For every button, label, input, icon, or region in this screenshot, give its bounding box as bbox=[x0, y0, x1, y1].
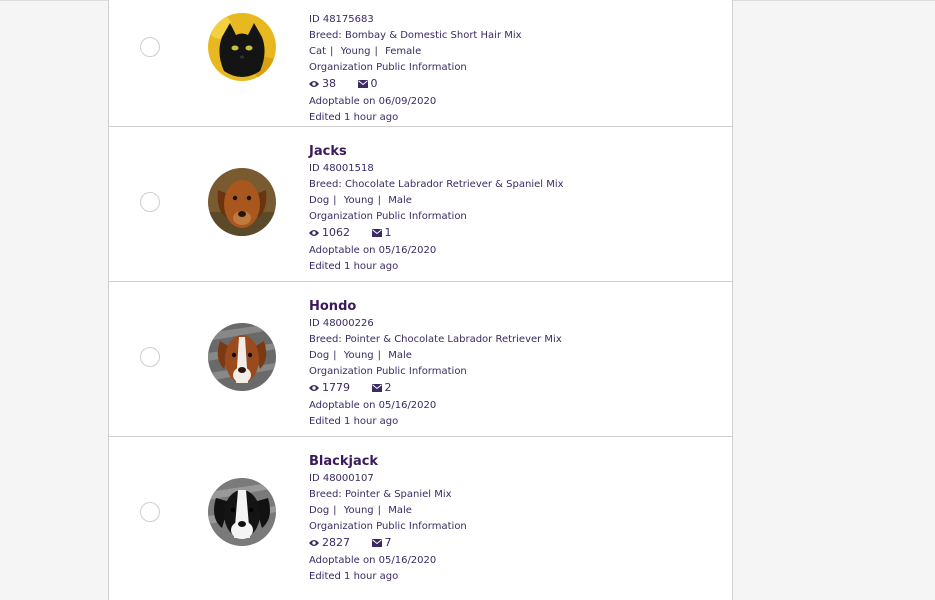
views-stat: 1062 bbox=[309, 226, 350, 239]
pet-attributes: Cat | Young | Female bbox=[309, 45, 421, 58]
pet-id: ID 48000226 bbox=[309, 318, 374, 329]
pet-photo[interactable] bbox=[208, 13, 276, 81]
pet-id: ID 48000107 bbox=[309, 473, 374, 484]
select-radio[interactable] bbox=[140, 192, 160, 212]
pet-attributes: Dog | Young | Male bbox=[309, 194, 412, 207]
pet-row[interactable]: Hondo ID 48000226 Breed: Pointer & Choco… bbox=[109, 282, 732, 437]
adoptable-date: Adoptable on 05/16/2020 bbox=[309, 245, 437, 256]
views-count: 1779 bbox=[322, 381, 350, 394]
pet-age: Young bbox=[343, 505, 374, 516]
messages-count: 1 bbox=[384, 226, 392, 239]
pet-species: Cat bbox=[309, 46, 327, 57]
org-public-info: Organization Public Information bbox=[309, 366, 467, 377]
pet-age: Young bbox=[343, 195, 374, 206]
attribute-separator: | bbox=[377, 505, 382, 516]
pet-name[interactable]: Blackjack bbox=[309, 454, 378, 469]
views-count: 2827 bbox=[322, 536, 350, 549]
pet-breed: Breed: Bombay & Domestic Short Hair Mix bbox=[309, 30, 522, 41]
org-public-info: Organization Public Information bbox=[309, 521, 467, 532]
pet-age: Young bbox=[340, 46, 371, 57]
pet-id: ID 48001518 bbox=[309, 163, 374, 174]
pet-id: ID 48175683 bbox=[309, 14, 374, 25]
views-stat: 2827 bbox=[309, 536, 350, 549]
edited-time: Edited 1 hour ago bbox=[309, 112, 399, 123]
messages-stat: 1 bbox=[371, 226, 392, 239]
edited-time: Edited 1 hour ago bbox=[309, 416, 399, 427]
eye-icon bbox=[309, 229, 319, 236]
messages-count: 2 bbox=[384, 381, 392, 394]
views-stat: 38 bbox=[309, 77, 336, 90]
pet-sex: Male bbox=[388, 195, 412, 206]
edited-time: Edited 1 hour ago bbox=[309, 261, 399, 272]
attribute-separator: | bbox=[333, 350, 337, 361]
select-radio[interactable] bbox=[140, 347, 160, 367]
pet-sex: Female bbox=[385, 46, 422, 57]
views-count: 1062 bbox=[322, 226, 350, 239]
attribute-separator: | bbox=[374, 46, 378, 57]
adoptable-date: Adoptable on 05/16/2020 bbox=[309, 400, 437, 411]
adoptable-date: Adoptable on 05/16/2020 bbox=[309, 555, 437, 566]
attribute-separator: | bbox=[333, 195, 337, 206]
envelope-icon bbox=[371, 228, 382, 237]
views-stat: 1779 bbox=[309, 381, 350, 394]
messages-count: 0 bbox=[370, 77, 378, 90]
messages-stat: 0 bbox=[357, 77, 378, 90]
pet-stats: 1062 1 bbox=[309, 226, 392, 240]
pet-row[interactable]: Jacks ID 48001518 Breed: Chocolate Labra… bbox=[109, 127, 732, 282]
pet-species: Dog bbox=[309, 505, 330, 516]
pet-stats: 38 0 bbox=[309, 77, 378, 91]
eye-icon bbox=[309, 539, 319, 546]
pet-attributes: Dog | Young | Male bbox=[309, 349, 412, 362]
attribute-separator: | bbox=[330, 46, 334, 57]
pet-breed: Breed: Pointer & Chocolate Labrador Retr… bbox=[309, 334, 562, 345]
pet-age: Young bbox=[343, 350, 374, 361]
pet-species: Dog bbox=[309, 350, 330, 361]
pet-list: ID 48175683 Breed: Bombay & Domestic Sho… bbox=[108, 0, 733, 600]
eye-icon bbox=[309, 384, 319, 391]
envelope-icon bbox=[371, 383, 382, 392]
pet-sex: Male bbox=[388, 505, 412, 516]
adoptable-date: Adoptable on 06/09/2020 bbox=[309, 96, 437, 107]
org-public-info: Organization Public Information bbox=[309, 62, 467, 73]
pet-photo[interactable] bbox=[208, 168, 276, 236]
pet-breed: Breed: Chocolate Labrador Retriever & Sp… bbox=[309, 179, 564, 190]
pet-row[interactable]: ID 48175683 Breed: Bombay & Domestic Sho… bbox=[109, 0, 732, 127]
pet-species: Dog bbox=[309, 195, 330, 206]
attribute-separator: | bbox=[333, 505, 337, 516]
envelope-icon bbox=[371, 538, 382, 547]
pet-row[interactable]: Blackjack ID 48000107 Breed: Pointer & S… bbox=[109, 437, 732, 591]
pet-stats: 2827 7 bbox=[309, 536, 392, 550]
pet-name[interactable]: Jacks bbox=[309, 144, 347, 159]
pet-sex: Male bbox=[388, 350, 412, 361]
pet-stats: 1779 2 bbox=[309, 381, 392, 395]
messages-stat: 7 bbox=[371, 536, 392, 549]
messages-count: 7 bbox=[384, 536, 392, 549]
attribute-separator: | bbox=[377, 195, 382, 206]
pet-breed: Breed: Pointer & Spaniel Mix bbox=[309, 489, 452, 500]
pet-photo[interactable] bbox=[208, 478, 276, 546]
edited-time: Edited 1 hour ago bbox=[309, 571, 399, 582]
pet-attributes: Dog | Young | Male bbox=[309, 504, 412, 517]
attribute-separator: | bbox=[377, 350, 382, 361]
pet-photo[interactable] bbox=[208, 323, 276, 391]
views-count: 38 bbox=[322, 77, 336, 90]
envelope-icon bbox=[357, 79, 368, 88]
select-radio[interactable] bbox=[140, 37, 160, 57]
eye-icon bbox=[309, 80, 319, 87]
select-radio[interactable] bbox=[140, 502, 160, 522]
org-public-info: Organization Public Information bbox=[309, 211, 467, 222]
messages-stat: 2 bbox=[371, 381, 392, 394]
pet-name[interactable]: Hondo bbox=[309, 299, 356, 314]
